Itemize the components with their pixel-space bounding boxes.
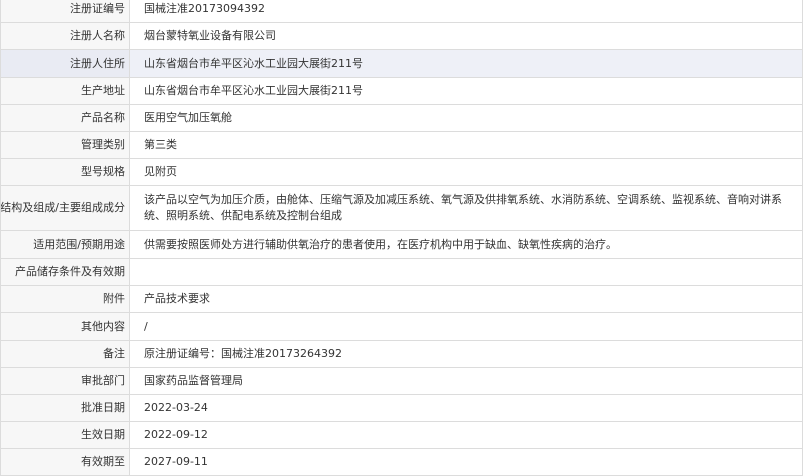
table-row: 注册证编号 国械注准20173094392 bbox=[0, 0, 803, 23]
table-row: 附件 产品技术要求 bbox=[0, 285, 803, 313]
field-value: 2022-03-24 bbox=[129, 394, 803, 422]
table-row: 注册人名称 烟台蒙特氧业设备有限公司 bbox=[0, 22, 803, 50]
field-value: 国械注准20173094392 bbox=[129, 0, 803, 23]
field-label: 管理类别 bbox=[0, 131, 130, 159]
registration-info-table: 注册证编号 国械注准20173094392 注册人名称 烟台蒙特氧业设备有限公司… bbox=[0, 0, 803, 476]
field-value: 烟台蒙特氧业设备有限公司 bbox=[129, 22, 803, 50]
field-value: 供需要按照医师处方进行辅助供氧治疗的患者使用，在医疗机构中用于缺血、缺氧性疾病的… bbox=[129, 230, 803, 259]
field-label: 其他内容 bbox=[0, 312, 130, 341]
table-row: 审批部门 国家药品监督管理局 bbox=[0, 367, 803, 395]
field-value: 2022-09-12 bbox=[129, 421, 803, 449]
table-row: 其他内容 / bbox=[0, 312, 803, 341]
field-label: 备注 bbox=[0, 340, 130, 368]
field-label: 审批部门 bbox=[0, 367, 130, 395]
field-label: 附件 bbox=[0, 285, 130, 313]
field-label: 型号规格 bbox=[0, 158, 130, 186]
field-label: 产品名称 bbox=[0, 104, 130, 132]
table-row: 产品储存条件及有效期 bbox=[0, 258, 803, 286]
table-row: 型号规格 见附页 bbox=[0, 158, 803, 186]
field-value: 第三类 bbox=[129, 131, 803, 159]
field-value: 该产品以空气为加压介质，由舱体、压缩气源及加减压系统、氧气源及供排氧系统、水消防… bbox=[129, 185, 803, 231]
field-value: 医用空气加压氧舱 bbox=[129, 104, 803, 132]
field-value: / bbox=[129, 312, 803, 341]
field-label: 批准日期 bbox=[0, 394, 130, 422]
table-row: 管理类别 第三类 bbox=[0, 131, 803, 159]
field-value: 国家药品监督管理局 bbox=[129, 367, 803, 395]
table-row: 生效日期 2022-09-12 bbox=[0, 421, 803, 449]
table-row: 产品名称 医用空气加压氧舱 bbox=[0, 104, 803, 132]
field-value: 2027-09-11 bbox=[129, 448, 803, 476]
field-label: 注册人住所 bbox=[0, 49, 130, 78]
table-row: 有效期至 2027-09-11 bbox=[0, 448, 803, 476]
field-value: 原注册证编号：国械注准20173264392 bbox=[129, 340, 803, 368]
field-label: 生效日期 bbox=[0, 421, 130, 449]
field-label: 结构及组成/主要组成成分 bbox=[1, 201, 126, 214]
field-label: 注册证编号 bbox=[0, 0, 130, 23]
field-value: 见附页 bbox=[129, 158, 803, 186]
field-label: 有效期至 bbox=[0, 448, 130, 476]
table-row: 生产地址 山东省烟台市牟平区沁水工业园大展街211号 bbox=[0, 77, 803, 105]
table-row: 结构及组成/主要组成成分 该产品以空气为加压介质，由舱体、压缩气源及加减压系统、… bbox=[0, 185, 803, 231]
table-row: 备注 原注册证编号：国械注准20173264392 bbox=[0, 340, 803, 368]
field-value: 山东省烟台市牟平区沁水工业园大展街211号 bbox=[129, 49, 803, 78]
table-row: 批准日期 2022-03-24 bbox=[0, 394, 803, 422]
field-label: 生产地址 bbox=[0, 77, 130, 105]
table-row-hover: 注册人住所 山东省烟台市牟平区沁水工业园大展街211号 bbox=[0, 49, 803, 78]
field-label: 注册人名称 bbox=[0, 22, 130, 50]
table-row: 适用范围/预期用途 供需要按照医师处方进行辅助供氧治疗的患者使用，在医疗机构中用… bbox=[0, 230, 803, 259]
field-value: 产品技术要求 bbox=[129, 285, 803, 313]
field-value bbox=[129, 258, 803, 286]
field-value: 山东省烟台市牟平区沁水工业园大展街211号 bbox=[129, 77, 803, 105]
field-label: 适用范围/预期用途 bbox=[0, 230, 130, 259]
field-label: 产品储存条件及有效期 bbox=[0, 258, 130, 286]
